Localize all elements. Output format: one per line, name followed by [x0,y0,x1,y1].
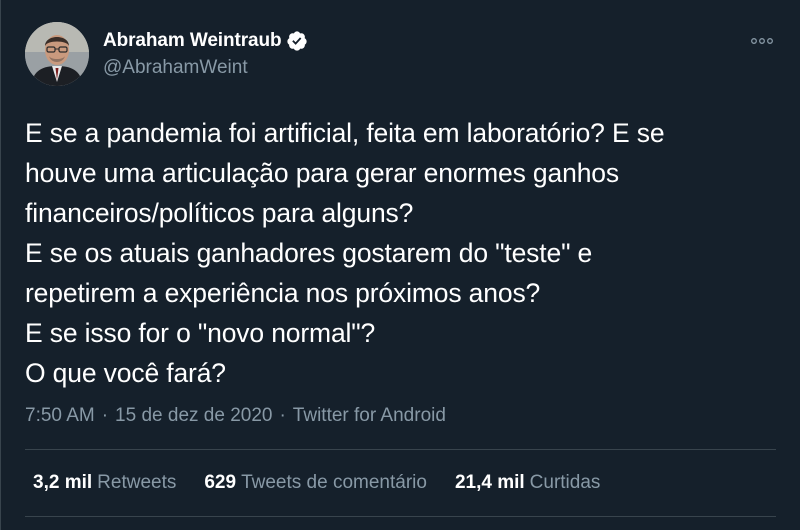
tweet-card: Abraham Weintraub @AbrahamWeint E se a p… [0,0,800,530]
tweet-time[interactable]: 7:50 AM [25,405,95,427]
tweet-header: Abraham Weintraub @AbrahamWeint [25,22,308,86]
display-name[interactable]: Abraham Weintraub [103,30,282,52]
retweets-stat[interactable]: 3,2 mil Retweets [33,472,176,494]
tweet-stats: 3,2 mil Retweets 629 Tweets de comentári… [33,472,628,494]
tweet-line: E se isso for o "novo normal"? [25,318,376,348]
likes-stat[interactable]: 21,4 mil Curtidas [455,472,600,494]
tweet-date[interactable]: 15 de dez de 2020 [115,405,272,427]
divider [25,516,776,517]
likes-label: Curtidas [529,472,601,493]
verified-badge-icon [286,30,308,52]
avatar[interactable] [25,22,89,86]
tweet-line: financeiros/políticos para alguns? [25,198,414,228]
tweet-line: repetirem a experiência nos próximos ano… [25,278,541,308]
tweet-line: E se os atuais ganhadores gostarem do "t… [25,238,593,268]
divider [25,449,776,450]
meta-separator: · [101,405,109,426]
quote-tweets-count: 629 [204,472,237,493]
tweet-line: E se a pandemia foi artificial, feita em… [25,118,665,148]
quote-tweets-stat[interactable]: 629 Tweets de comentário [204,472,427,494]
retweets-count: 3,2 mil [33,472,93,493]
retweets-label: Retweets [97,472,177,493]
avatar-photo-icon [25,22,89,86]
quote-tweets-label: Tweets de comentário [241,472,427,493]
tweet-text: E se a pandemia foi artificial, feita em… [25,113,765,393]
tweet-source[interactable]: Twitter for Android [293,405,446,427]
tweet-line: O que você fará? [25,358,226,388]
meta-separator: · [279,405,286,426]
likes-count: 21,4 mil [454,472,525,493]
more-options-icon[interactable] [748,34,776,48]
handle[interactable]: @AbrahamWeint [103,57,308,79]
tweet-line: houve uma articulação para gerar enormes… [25,158,619,188]
tweet-meta: 7:50 AM · 15 de dez de 2020 · Twitter fo… [25,405,446,427]
author-names: Abraham Weintraub @AbrahamWeint [103,30,308,79]
name-row: Abraham Weintraub [103,30,308,52]
